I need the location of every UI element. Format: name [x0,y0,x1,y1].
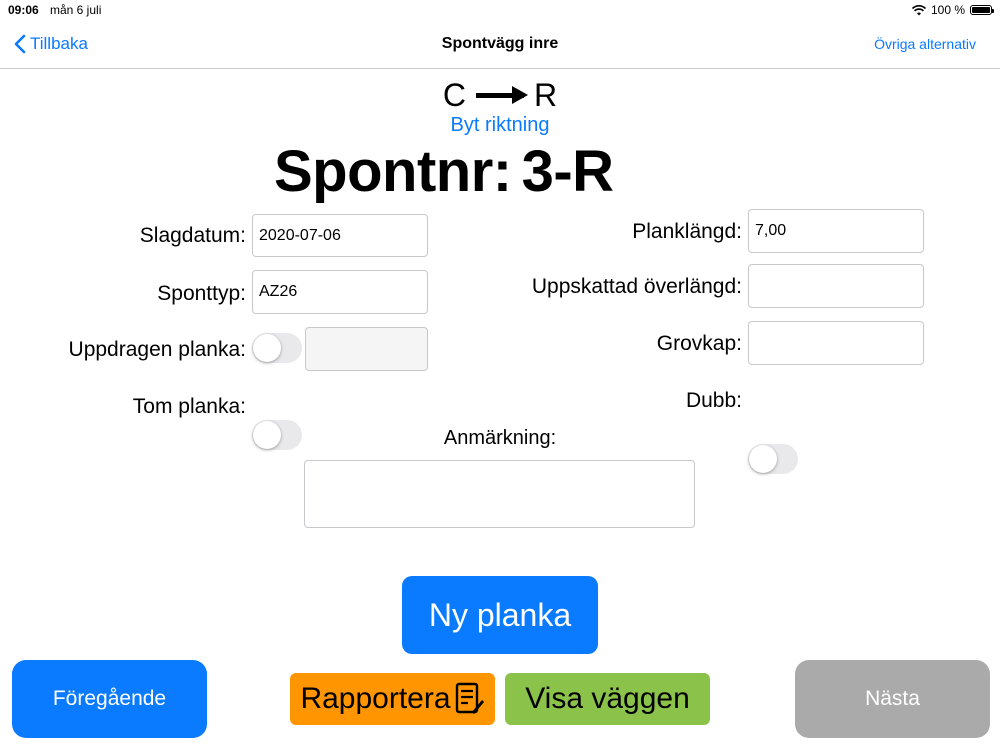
battery-percent: 100 % [930,3,965,17]
arrow-right-icon [476,85,528,104]
planklangd-label: Planklängd: [632,220,742,243]
dubb-label: Dubb: [685,389,742,412]
spont-number-label: Spontnr: [274,139,512,204]
status-bar: 09:06 mån 6 juli 100 % [0,0,1000,20]
wifi-icon [911,4,926,15]
anmarkning-label: Anmärkning: [443,427,557,449]
show-wall-label: Visa väggen [525,682,690,715]
spont-number-heading: Spontnr: 3-R [274,138,614,205]
report-button[interactable]: Rapportera [290,673,495,725]
battery-icon [970,5,994,15]
previous-button[interactable]: Föregående [12,660,207,738]
next-label: Nästa [865,687,920,710]
report-document-icon [455,682,484,714]
slagdatum-label: Slagdatum: [139,224,246,247]
overlangd-label: Uppskattad överlängd: [531,275,742,298]
page-title: Spontvägg inre [441,35,559,52]
uppdragen-planka-field [305,327,428,371]
planklangd-field[interactable]: 7,00 [748,209,924,253]
new-plank-button[interactable]: Ny planka [402,576,598,654]
uppdragen-planka-toggle[interactable] [252,333,302,363]
spont-number-value: 3-R [521,139,614,204]
tom-planka-label: Tom planka: [132,395,246,418]
status-date: mån 6 juli [50,3,102,17]
new-plank-label: Ny planka [428,596,572,633]
sponttyp-label: Sponttyp: [157,282,246,305]
grovkap-field[interactable] [748,321,924,365]
next-button[interactable]: Nästa [795,660,990,738]
sponttyp-field[interactable]: AZ26 [252,270,428,314]
status-time: 09:06 [8,3,39,17]
grovkap-label: Grovkap: [656,332,742,355]
direction-indicator: C R [0,76,1000,114]
show-wall-button[interactable]: Visa väggen [505,673,710,725]
report-label: Rapportera [300,682,451,715]
overlangd-field[interactable] [748,264,924,308]
swap-direction-button[interactable]: Byt riktning [0,114,1000,137]
previous-label: Föregående [52,687,167,710]
slagdatum-field[interactable]: 2020-07-06 [252,214,428,257]
anmarkning-field[interactable] [304,460,695,528]
navigation-bar: Tillbaka Spontvägg inre Övriga alternati… [0,20,1000,69]
status-right: 100 % [911,3,994,17]
more-options-button[interactable]: Övriga alternativ [874,36,976,52]
uppdragen-planka-label: Uppdragen planka: [68,338,246,361]
direction-from: C [442,76,466,113]
direction-to: R [534,76,558,113]
